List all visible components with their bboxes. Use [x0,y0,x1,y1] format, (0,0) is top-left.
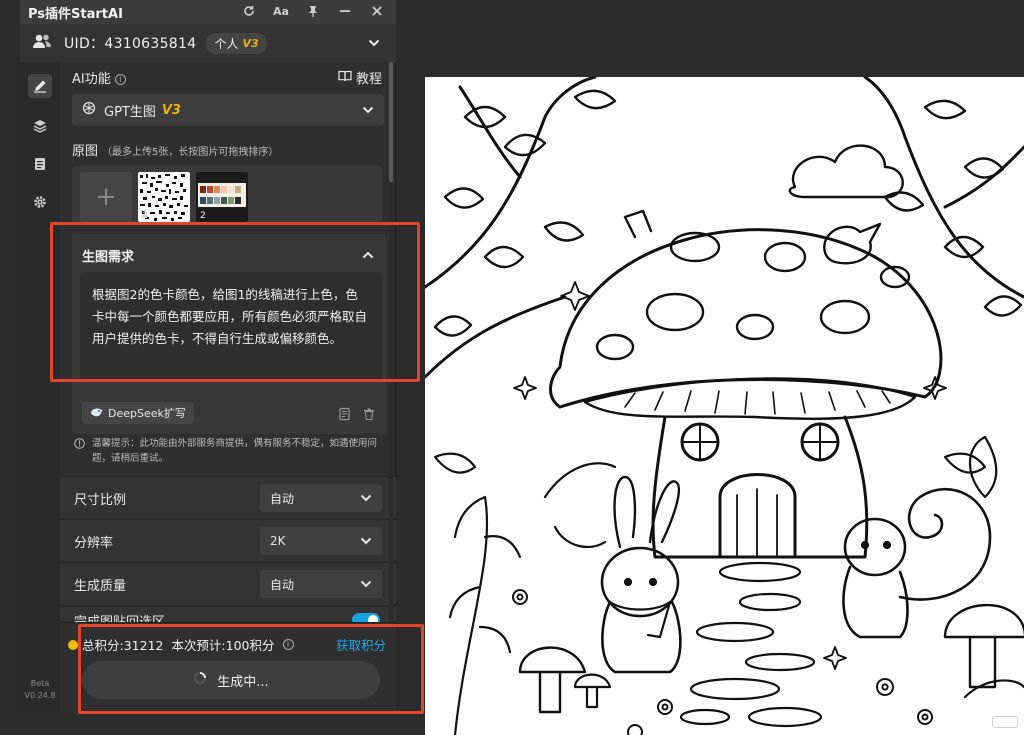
thumbnail-color-card[interactable]: 2 [196,172,248,222]
footer: 总积分:31212 本次预计:100积分 i 获取积分 生成中... [60,622,396,712]
requirement-title: 生图需求 [82,250,135,265]
option-value: 自动 [270,491,295,506]
generate-button[interactable]: 生成中... [82,661,380,699]
paste-back-toggle[interactable] [352,613,380,622]
chevron-down-icon [362,103,374,118]
requirement-card: 生图需求 根据图2的色卡颜色，给图1的线稿进行上色，色卡中每一个颜色都要应用，所… [72,234,386,434]
uid-text: UID：4310635814 [64,36,197,52]
option-row-aspect-ratio: 尺寸比例 自动 [60,476,396,518]
title-bar-icons: Aa [240,5,396,20]
plan-version: V3 [242,36,259,50]
ai-function-label: AI功能 i [72,68,126,87]
left-sidebar: Beta V0.24.8 [20,62,60,712]
help-icon[interactable]: i [282,639,294,650]
minimize-icon[interactable] [336,5,354,20]
aspect-ratio-select[interactable]: 自动 [260,484,382,512]
thumbnail-line-art[interactable]: 1 [138,172,190,222]
scrollbar-thumb[interactable] [389,62,393,182]
resolution-select[interactable]: 2K [260,527,382,555]
points-text: 总积分:31212 本次预计:100积分 [82,638,275,653]
font-size-icon[interactable]: Aa [272,5,290,20]
generate-label: 生成中... [217,674,269,690]
plan-badge: 个人 V3 [206,32,267,54]
deepseek-expand-button[interactable]: DeepSeek扩写 [82,402,194,424]
template-icon[interactable] [338,406,352,425]
points-info: 总积分:31212 本次预计:100积分 i [68,635,294,654]
tutorial-link[interactable]: 教程 [338,68,382,87]
tutorial-label: 教程 [355,72,382,87]
help-icon[interactable]: i [114,74,126,85]
close-icon[interactable] [368,5,386,20]
upload-area: + 1 2 [72,166,382,222]
plugin-panel: Ps插件StartAI Aa UID：4310635814 个人 V3 Beta… [20,0,396,712]
option-label: 生成质量 [74,579,127,594]
info-icon [74,438,85,454]
quality-select[interactable]: 自动 [260,570,382,598]
thumbnail-number: 1 [142,211,148,221]
panel-scrollbar[interactable] [389,62,393,622]
window-title: Ps插件StartAI [28,6,123,22]
artwork-canvas[interactable] [425,77,1024,735]
users-icon [32,33,52,53]
chevron-up-icon[interactable] [362,244,374,263]
document-icon[interactable] [28,152,52,176]
get-points-link[interactable]: 获取积分 [336,635,386,654]
settings-icon[interactable] [28,190,52,214]
version-info: Beta V0.24.8 [20,678,60,702]
thumbnail-number: 2 [200,211,206,221]
option-label: 完成图贴回选区 [74,611,165,622]
option-row-paste-back: 完成图贴回选区 [60,606,396,622]
book-icon [338,70,352,86]
coin-icon [68,639,78,650]
ai-function-label-text: AI功能 [72,72,111,87]
model-select[interactable]: GPT生图 V3 [72,94,384,126]
warning-text: 温馨提示：此功能由外部服务商提供，偶有服务不稳定，如遇使用问题，请稍后重试。 [92,438,378,464]
layers-icon[interactable] [28,114,52,138]
version-number: V0.24.8 [24,691,56,700]
openai-icon [82,101,96,119]
source-image-hint: （最多上传5张，长按图片可拖拽排序） [102,147,279,158]
edit-icon[interactable] [28,74,52,98]
refresh-icon[interactable] [240,5,258,20]
deepseek-label: DeepSeek扩写 [108,407,186,420]
chevron-down-icon [360,577,372,591]
option-value: 2K [270,534,286,548]
main-content: AI功能 i 教程 GPT生图 V3 原图 （最多上传5张，长按图片可拖拽排序） … [60,62,396,622]
plan-label: 个人 [214,36,239,51]
option-label: 尺寸比例 [74,493,127,508]
pin-icon[interactable] [304,5,322,20]
version-tag: Beta [30,679,50,688]
line-art-illustration [425,77,1024,735]
option-value: 自动 [270,577,295,592]
add-image-button[interactable]: + [80,172,132,222]
option-row-quality: 生成质量 自动 [60,562,396,604]
chevron-down-icon[interactable] [368,35,380,51]
chevron-down-icon [360,534,372,548]
spinner-icon [193,671,207,689]
model-version: V3 [161,102,181,118]
deepseek-icon [90,407,104,420]
requirement-input[interactable]: 根据图2的色卡颜色，给图1的线稿进行上色，色卡中每一个颜色都要应用，所有颜色必须… [80,272,382,380]
title-bar: Ps插件StartAI Aa [20,0,396,24]
source-image-label: 原图 [72,144,99,159]
trash-icon[interactable] [362,406,376,425]
option-label: 分辨率 [74,536,114,551]
model-name: GPT生图 [104,104,156,120]
service-warning: 温馨提示：此功能由外部服务商提供，偶有服务不稳定，如遇使用问题，请稍后重试。 [72,436,386,466]
user-bar[interactable]: UID：4310635814 个人 V3 [20,24,396,62]
canvas-watermark [992,716,1018,731]
chevron-down-icon [360,491,372,505]
option-row-resolution: 分辨率 2K [60,519,396,561]
